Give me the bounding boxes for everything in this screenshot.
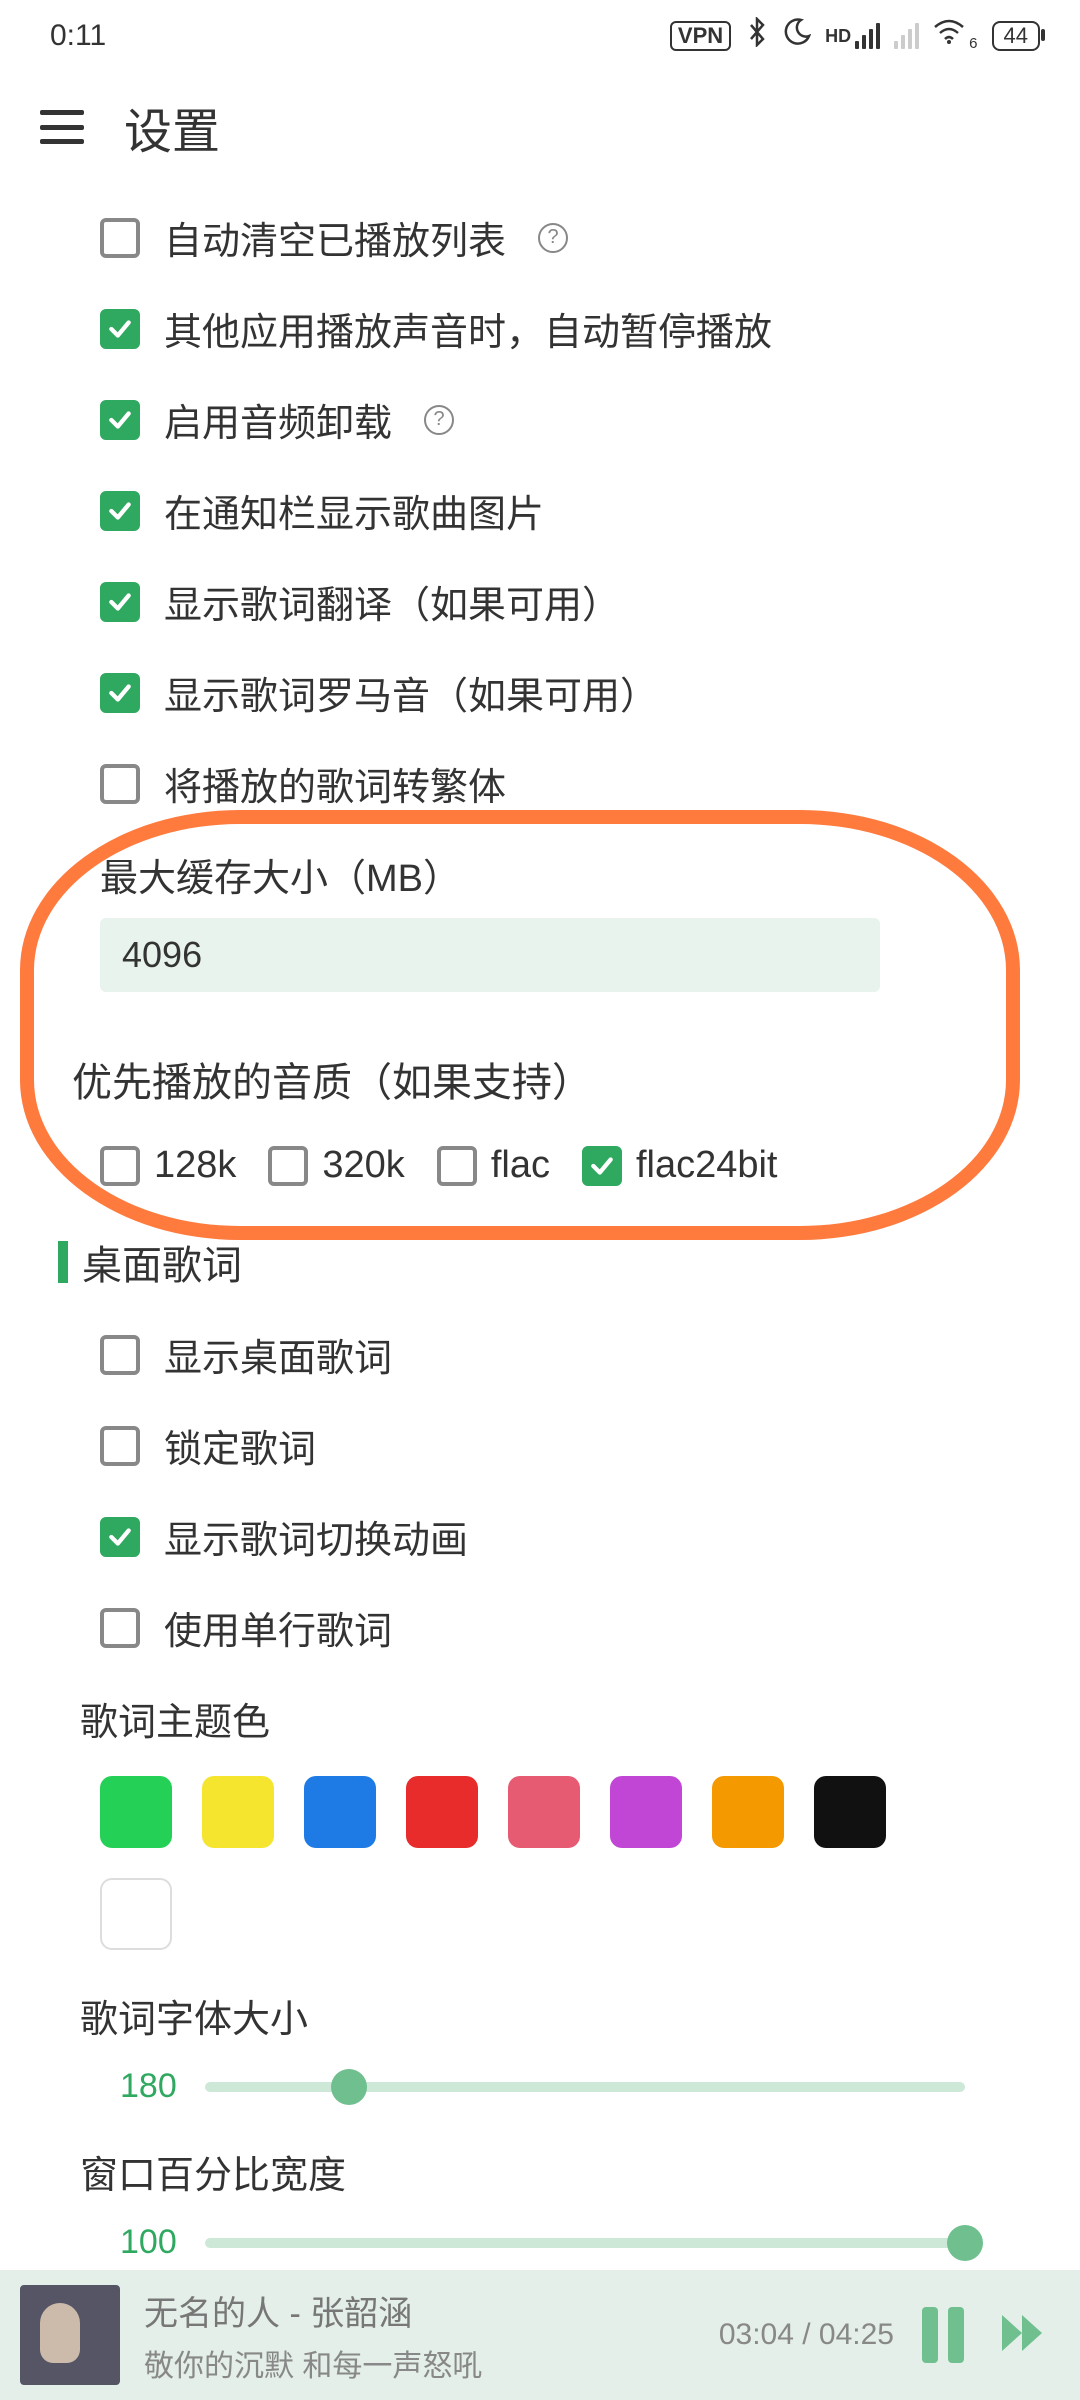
help-icon[interactable]: ? bbox=[424, 405, 454, 435]
color-swatch-5[interactable] bbox=[610, 1776, 682, 1848]
font-size-label: 歌词字体大小 bbox=[80, 1988, 1050, 2043]
desktop-lyrics-section-head: 桌面歌词 bbox=[0, 1205, 1080, 1309]
quality-section-head: 优先播放的音质（如果支持） bbox=[0, 1022, 1080, 1126]
desktop-lyric-row-0[interactable]: 显示桌面歌词 bbox=[0, 1309, 1080, 1400]
track-lyric-line: 敬你的沉默 和每一声怒吼 bbox=[144, 2341, 705, 2385]
quality-option-flac24bit[interactable]: flac24bit bbox=[582, 1144, 778, 1187]
desktop-label-2: 显示歌词切换动画 bbox=[164, 1509, 468, 1564]
cache-size-input[interactable] bbox=[100, 918, 880, 992]
setting-label-6: 将播放的歌词转繁体 bbox=[164, 756, 506, 811]
desktop-lyric-row-2[interactable]: 显示歌词切换动画 bbox=[0, 1491, 1080, 1582]
setting-label-5: 显示歌词罗马音（如果可用） bbox=[164, 665, 658, 720]
setting-row-5[interactable]: 显示歌词罗马音（如果可用） bbox=[0, 647, 1080, 738]
moon-icon bbox=[783, 18, 811, 54]
window-width-thumb[interactable] bbox=[947, 2225, 983, 2261]
setting-checkbox-5[interactable] bbox=[100, 673, 140, 713]
theme-color-grid bbox=[0, 1758, 920, 1960]
quality-checkbox-1[interactable] bbox=[268, 1146, 308, 1186]
color-swatch-0[interactable] bbox=[100, 1776, 172, 1848]
pause-button[interactable] bbox=[922, 2307, 964, 2363]
desktop-lyrics-title: 桌面歌词 bbox=[82, 1233, 242, 1291]
now-playing-bar[interactable]: 无名的人 - 张韶涵 敬你的沉默 和每一声怒吼 03:04 / 04:25 bbox=[0, 2270, 1080, 2400]
color-swatch-8[interactable] bbox=[100, 1878, 172, 1950]
quality-option-320k[interactable]: 320k bbox=[268, 1144, 404, 1187]
quality-label-2: flac bbox=[491, 1144, 550, 1187]
setting-row-3[interactable]: 在通知栏显示歌曲图片 bbox=[0, 465, 1080, 556]
setting-row-2[interactable]: 启用音频卸载? bbox=[0, 374, 1080, 465]
desktop-checkbox-1[interactable] bbox=[100, 1426, 140, 1466]
page-title: 设置 bbox=[124, 92, 220, 162]
signal-icon-dim bbox=[894, 23, 919, 49]
wifi-sub: 6 bbox=[969, 35, 977, 52]
color-swatch-4[interactable] bbox=[508, 1776, 580, 1848]
quality-title: 优先播放的音质（如果支持） bbox=[72, 1050, 592, 1108]
help-icon[interactable]: ? bbox=[538, 223, 568, 253]
album-art[interactable] bbox=[20, 2285, 120, 2385]
color-swatch-1[interactable] bbox=[202, 1776, 274, 1848]
setting-checkbox-2[interactable] bbox=[100, 400, 140, 440]
status-bar: 0:11 VPN HD 6 44 bbox=[0, 0, 1080, 72]
setting-label-0: 自动清空已播放列表 bbox=[164, 210, 506, 265]
menu-icon[interactable] bbox=[40, 110, 84, 144]
quality-checkbox-3[interactable] bbox=[582, 1146, 622, 1186]
status-right: VPN HD 6 44 bbox=[670, 17, 1040, 55]
setting-label-2: 启用音频卸载 bbox=[164, 392, 392, 447]
setting-checkbox-1[interactable] bbox=[100, 309, 140, 349]
quality-options: 128k 320k flac flac24bit bbox=[0, 1126, 1080, 1205]
font-size-slider[interactable] bbox=[205, 2082, 965, 2092]
desktop-checkbox-2[interactable] bbox=[100, 1517, 140, 1557]
quality-label-0: 128k bbox=[154, 1144, 236, 1187]
quality-label-1: 320k bbox=[322, 1144, 404, 1187]
battery-level: 44 bbox=[992, 21, 1040, 51]
desktop-label-0: 显示桌面歌词 bbox=[164, 1327, 392, 1382]
desktop-lyric-row-1[interactable]: 锁定歌词 bbox=[0, 1400, 1080, 1491]
setting-row-4[interactable]: 显示歌词翻译（如果可用） bbox=[0, 556, 1080, 647]
setting-label-4: 显示歌词翻译（如果可用） bbox=[164, 574, 620, 629]
quality-label-3: flac24bit bbox=[636, 1144, 778, 1187]
color-swatch-3[interactable] bbox=[406, 1776, 478, 1848]
signal-icon bbox=[855, 23, 880, 49]
setting-label-1: 其他应用播放声音时，自动暂停播放 bbox=[164, 301, 772, 356]
wifi-icon bbox=[933, 19, 965, 53]
bluetooth-icon bbox=[745, 17, 769, 55]
hd-label: HD bbox=[825, 26, 851, 47]
setting-checkbox-0[interactable] bbox=[100, 218, 140, 258]
quality-checkbox-0[interactable] bbox=[100, 1146, 140, 1186]
window-width-value: 100 bbox=[120, 2223, 177, 2262]
color-swatch-7[interactable] bbox=[814, 1776, 886, 1848]
cache-size-label: 最大缓存大小（MB） bbox=[0, 829, 1080, 914]
section-accent-bar bbox=[58, 1241, 68, 1283]
font-size-value: 180 bbox=[120, 2067, 177, 2106]
color-swatch-2[interactable] bbox=[304, 1776, 376, 1848]
quality-option-flac[interactable]: flac bbox=[437, 1144, 550, 1187]
setting-checkbox-6[interactable] bbox=[100, 764, 140, 804]
lyric-theme-label: 歌词主题色 bbox=[0, 1673, 1080, 1758]
setting-row-1[interactable]: 其他应用播放声音时，自动暂停播放 bbox=[0, 283, 1080, 374]
setting-row-0[interactable]: 自动清空已播放列表? bbox=[0, 192, 1080, 283]
desktop-checkbox-3[interactable] bbox=[100, 1608, 140, 1648]
vpn-badge: VPN bbox=[670, 21, 731, 51]
next-track-button[interactable] bbox=[994, 2305, 1050, 2366]
track-title: 无名的人 - 张韶涵 bbox=[144, 2286, 705, 2335]
playback-time: 03:04 / 04:25 bbox=[719, 2318, 894, 2352]
window-width-label: 窗口百分比宽度 bbox=[80, 2144, 1050, 2199]
app-header: 设置 bbox=[0, 72, 1080, 192]
quality-option-128k[interactable]: 128k bbox=[100, 1144, 236, 1187]
desktop-label-3: 使用单行歌词 bbox=[164, 1600, 392, 1655]
setting-row-6[interactable]: 将播放的歌词转繁体 bbox=[0, 738, 1080, 829]
quality-checkbox-2[interactable] bbox=[437, 1146, 477, 1186]
desktop-label-1: 锁定歌词 bbox=[164, 1418, 316, 1473]
color-swatch-6[interactable] bbox=[712, 1776, 784, 1848]
status-time: 0:11 bbox=[50, 19, 106, 53]
setting-checkbox-3[interactable] bbox=[100, 491, 140, 531]
window-width-slider[interactable] bbox=[205, 2238, 965, 2248]
font-size-thumb[interactable] bbox=[331, 2069, 367, 2105]
setting-checkbox-4[interactable] bbox=[100, 582, 140, 622]
desktop-lyric-row-3[interactable]: 使用单行歌词 bbox=[0, 1582, 1080, 1673]
desktop-checkbox-0[interactable] bbox=[100, 1335, 140, 1375]
setting-label-3: 在通知栏显示歌曲图片 bbox=[164, 483, 544, 538]
